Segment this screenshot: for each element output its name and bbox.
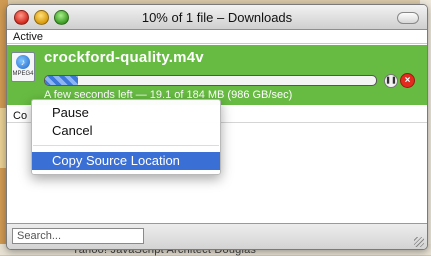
context-menu: Pause Cancel Copy Source Location: [31, 99, 221, 175]
menu-item-copy-source-location[interactable]: Copy Source Location: [32, 152, 220, 170]
quicktime-file-icon: ♪ MPEG4: [11, 52, 35, 82]
download-progress-fill: [45, 76, 79, 85]
search-input[interactable]: [12, 228, 144, 244]
divider: [7, 43, 427, 44]
active-download-row[interactable]: ♪ MPEG4 crockford-quality.m4v ❚❚ × A few…: [7, 45, 427, 105]
download-progress-bar: [44, 75, 377, 86]
menu-separator: [33, 145, 219, 146]
music-note-icon: ♪: [16, 55, 30, 69]
menu-item-cancel[interactable]: Cancel: [32, 122, 220, 140]
toolbar-toggle-button[interactable]: [397, 12, 419, 24]
window-title: 10% of 1 file – Downloads: [141, 10, 293, 25]
resize-grip-icon[interactable]: [414, 237, 424, 247]
title-bar[interactable]: 10% of 1 file – Downloads: [7, 5, 427, 30]
pause-icon[interactable]: ❚❚: [384, 74, 398, 88]
cancel-download-icon[interactable]: ×: [400, 73, 415, 88]
active-section-header: Active: [13, 31, 43, 43]
menu-item-pause[interactable]: Pause: [32, 104, 220, 122]
bottom-bar: [7, 223, 427, 249]
download-filename: crockford-quality.m4v: [44, 49, 204, 66]
completed-section-header: Co: [13, 110, 28, 122]
file-type-label: MPEG4: [12, 71, 34, 77]
